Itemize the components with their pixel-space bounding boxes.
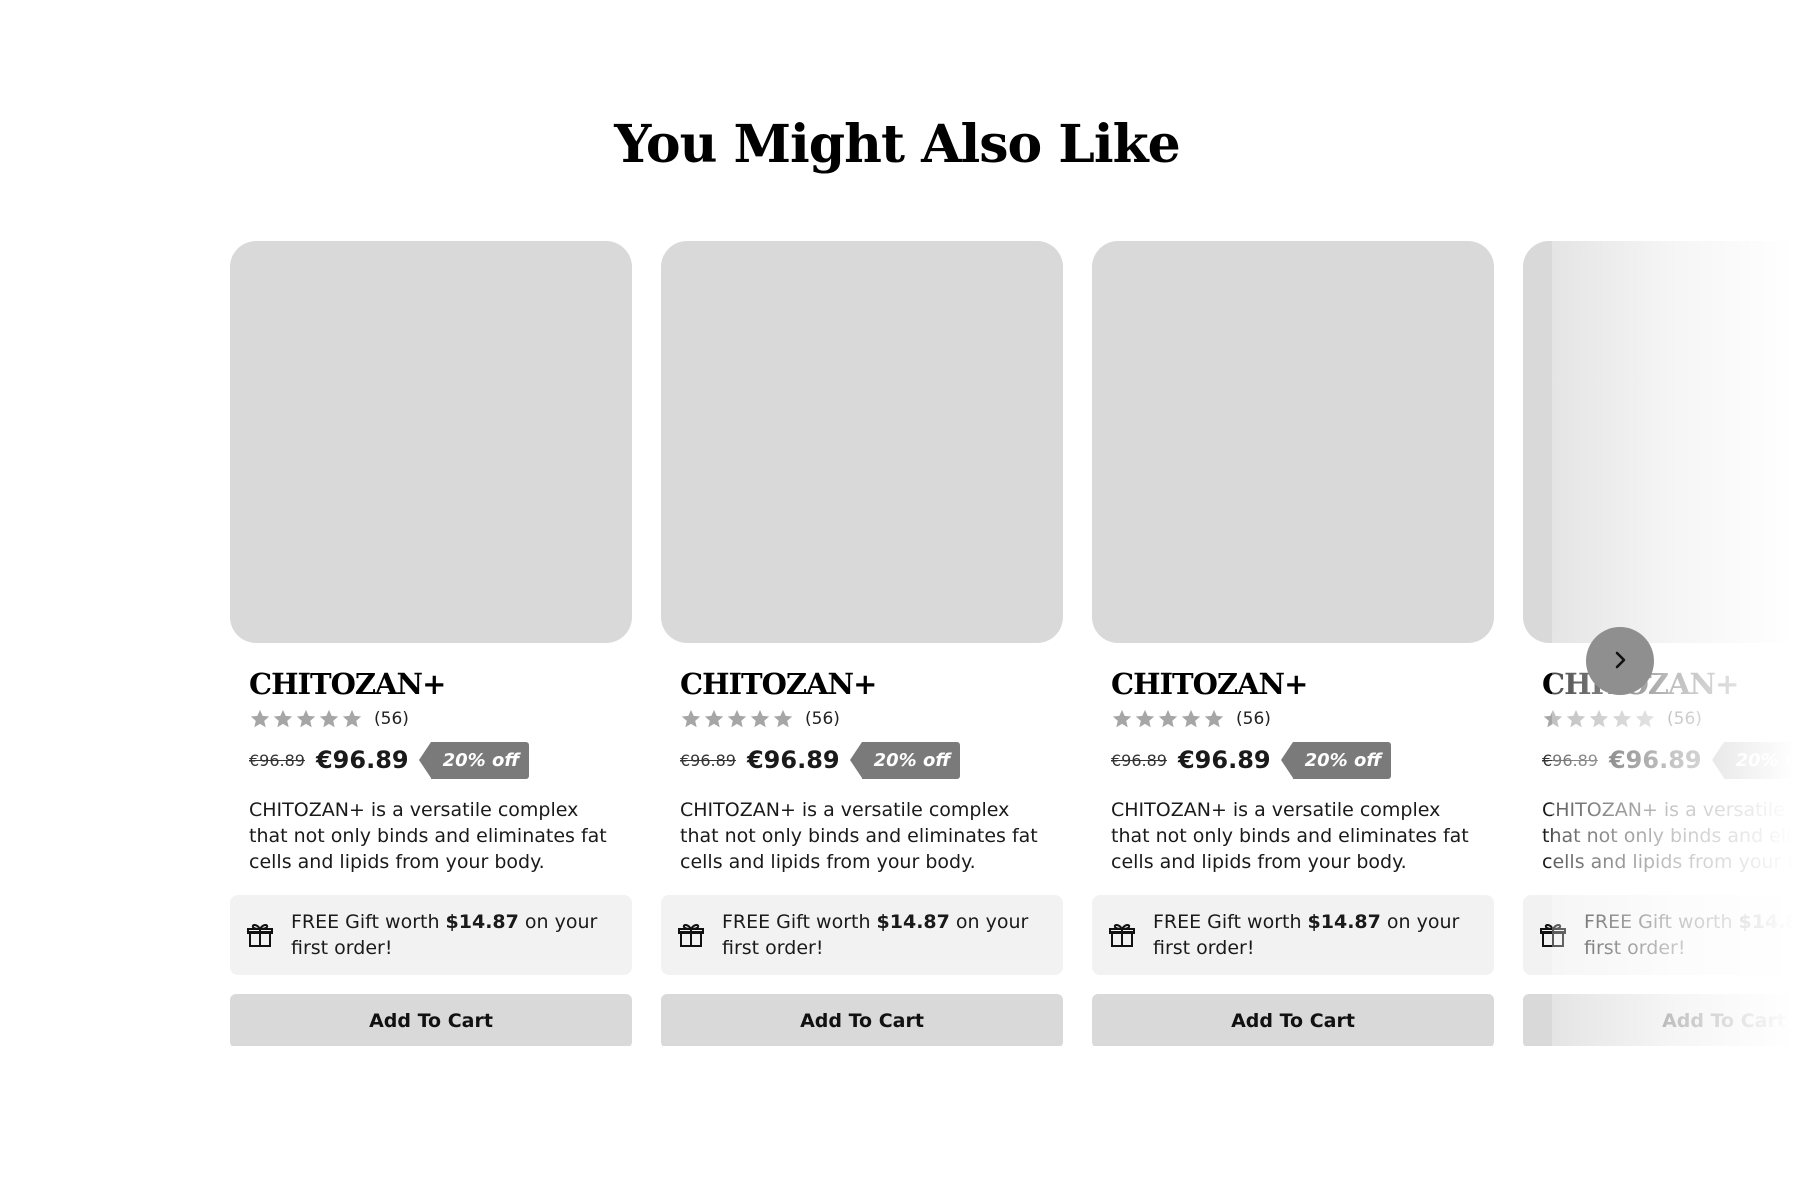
free-gift-banner: FREE Gift worth $14.87 on your first ord… xyxy=(1523,895,1794,975)
product-rating: (56) xyxy=(1111,707,1475,731)
gift-text-prefix: FREE Gift worth xyxy=(1584,911,1739,933)
gift-amount: $14.87 xyxy=(876,911,950,933)
star-icon xyxy=(1588,708,1610,730)
product-name[interactable]: CHITOZAN+ xyxy=(680,666,1044,702)
star-icon xyxy=(1634,708,1656,730)
star-icon xyxy=(1611,708,1633,730)
old-price: €96.89 xyxy=(249,750,305,770)
new-price: €96.89 xyxy=(746,746,840,774)
add-to-cart-button[interactable]: Add To Cart xyxy=(1523,994,1794,1046)
price-row: €96.89 €96.89 20% off xyxy=(680,740,1044,780)
product-card: CHITOZAN+ (56) €96.89 €96.89 20% off CHI… xyxy=(1523,241,1794,1046)
star-icon xyxy=(772,708,794,730)
add-to-cart-button[interactable]: Add To Cart xyxy=(1092,994,1494,1046)
new-price: €96.89 xyxy=(1608,746,1702,774)
product-rating: (56) xyxy=(680,707,1044,731)
free-gift-text: FREE Gift worth $14.87 on your first ord… xyxy=(722,909,1047,961)
star-icon xyxy=(680,708,702,730)
price-row: €96.89 €96.89 20% off xyxy=(249,740,613,780)
gift-text-prefix: FREE Gift worth xyxy=(1153,911,1308,933)
discount-badge: 20% off xyxy=(849,741,961,779)
free-gift-banner: FREE Gift worth $14.87 on your first ord… xyxy=(230,895,632,975)
star-icon xyxy=(726,708,748,730)
star-icon xyxy=(1134,708,1156,730)
star-icon xyxy=(295,708,317,730)
product-name[interactable]: CHITOZAN+ xyxy=(1111,666,1475,702)
price-row: €96.89 €96.89 20% off xyxy=(1111,740,1475,780)
product-image[interactable] xyxy=(230,241,632,643)
new-price: €96.89 xyxy=(1177,746,1271,774)
gift-text-prefix: FREE Gift worth xyxy=(291,911,446,933)
star-icon xyxy=(703,708,725,730)
free-gift-banner: FREE Gift worth $14.87 on your first ord… xyxy=(1092,895,1494,975)
price-row: €96.89 €96.89 20% off xyxy=(1542,740,1794,780)
free-gift-text: FREE Gift worth $14.87 on your first ord… xyxy=(1153,909,1478,961)
gift-amount: $14.87 xyxy=(1307,911,1381,933)
product-name[interactable]: CHITOZAN+ xyxy=(249,666,613,702)
gift-icon xyxy=(677,921,705,949)
carousel-track: CHITOZAN+ (56) €96.89 €96.89 20% off CHI… xyxy=(230,241,1794,1046)
star-icon xyxy=(1542,708,1564,730)
section-title: You Might Also Like xyxy=(614,114,1180,175)
free-gift-text: FREE Gift worth $14.87 on your first ord… xyxy=(1584,909,1794,961)
product-card: CHITOZAN+ (56) €96.89 €96.89 20% off CHI… xyxy=(1092,241,1494,1046)
discount-badge: 20% off xyxy=(1711,741,1794,779)
product-carousel: CHITOZAN+ (56) €96.89 €96.89 20% off CHI… xyxy=(230,241,1794,1046)
product-image[interactable] xyxy=(1092,241,1494,643)
star-icon xyxy=(318,708,340,730)
product-description: CHITOZAN+ is a versatile complex that no… xyxy=(680,799,1038,873)
discount-badge: 20% off xyxy=(1280,741,1392,779)
star-icon xyxy=(1565,708,1587,730)
star-rating xyxy=(1542,708,1657,730)
review-count: (56) xyxy=(374,709,409,729)
discount-badge: 20% off xyxy=(418,741,530,779)
chevron-right-icon xyxy=(1609,649,1631,674)
product-image[interactable] xyxy=(1523,241,1794,643)
star-rating xyxy=(249,708,364,730)
review-count: (56) xyxy=(1667,709,1702,729)
gift-text-prefix: FREE Gift worth xyxy=(722,911,877,933)
free-gift-banner: FREE Gift worth $14.87 on your first ord… xyxy=(661,895,1063,975)
star-icon xyxy=(1180,708,1202,730)
star-icon xyxy=(272,708,294,730)
free-gift-text: FREE Gift worth $14.87 on your first ord… xyxy=(291,909,616,961)
star-rating xyxy=(1111,708,1226,730)
star-icon xyxy=(1157,708,1179,730)
star-icon xyxy=(1111,708,1133,730)
star-icon xyxy=(341,708,363,730)
product-card: CHITOZAN+ (56) €96.89 €96.89 20% off CHI… xyxy=(230,241,632,1046)
product-name[interactable]: CHITOZAN+ xyxy=(1542,666,1794,702)
add-to-cart-button[interactable]: Add To Cart xyxy=(661,994,1063,1046)
product-rating: (56) xyxy=(249,707,613,731)
gift-amount: $14.87 xyxy=(1738,911,1794,933)
carousel-next-button[interactable] xyxy=(1586,627,1654,695)
old-price: €96.89 xyxy=(1542,750,1598,770)
star-icon xyxy=(1203,708,1225,730)
product-rating: (56) xyxy=(1542,707,1794,731)
product-image[interactable] xyxy=(661,241,1063,643)
product-card: CHITOZAN+ (56) €96.89 €96.89 20% off CHI… xyxy=(661,241,1063,1046)
product-description: CHITOZAN+ is a versatile complex that no… xyxy=(1111,799,1469,873)
product-description: CHITOZAN+ is a versatile complex that no… xyxy=(249,799,607,873)
product-description: CHITOZAN+ is a versatile complex that no… xyxy=(1542,799,1794,873)
star-icon xyxy=(249,708,271,730)
old-price: €96.89 xyxy=(1111,750,1167,770)
gift-icon xyxy=(246,921,274,949)
gift-amount: $14.87 xyxy=(445,911,519,933)
new-price: €96.89 xyxy=(315,746,409,774)
star-rating xyxy=(680,708,795,730)
review-count: (56) xyxy=(805,709,840,729)
review-count: (56) xyxy=(1236,709,1271,729)
star-icon xyxy=(749,708,771,730)
add-to-cart-button[interactable]: Add To Cart xyxy=(230,994,632,1046)
gift-icon xyxy=(1539,921,1567,949)
old-price: €96.89 xyxy=(680,750,736,770)
gift-icon xyxy=(1108,921,1136,949)
